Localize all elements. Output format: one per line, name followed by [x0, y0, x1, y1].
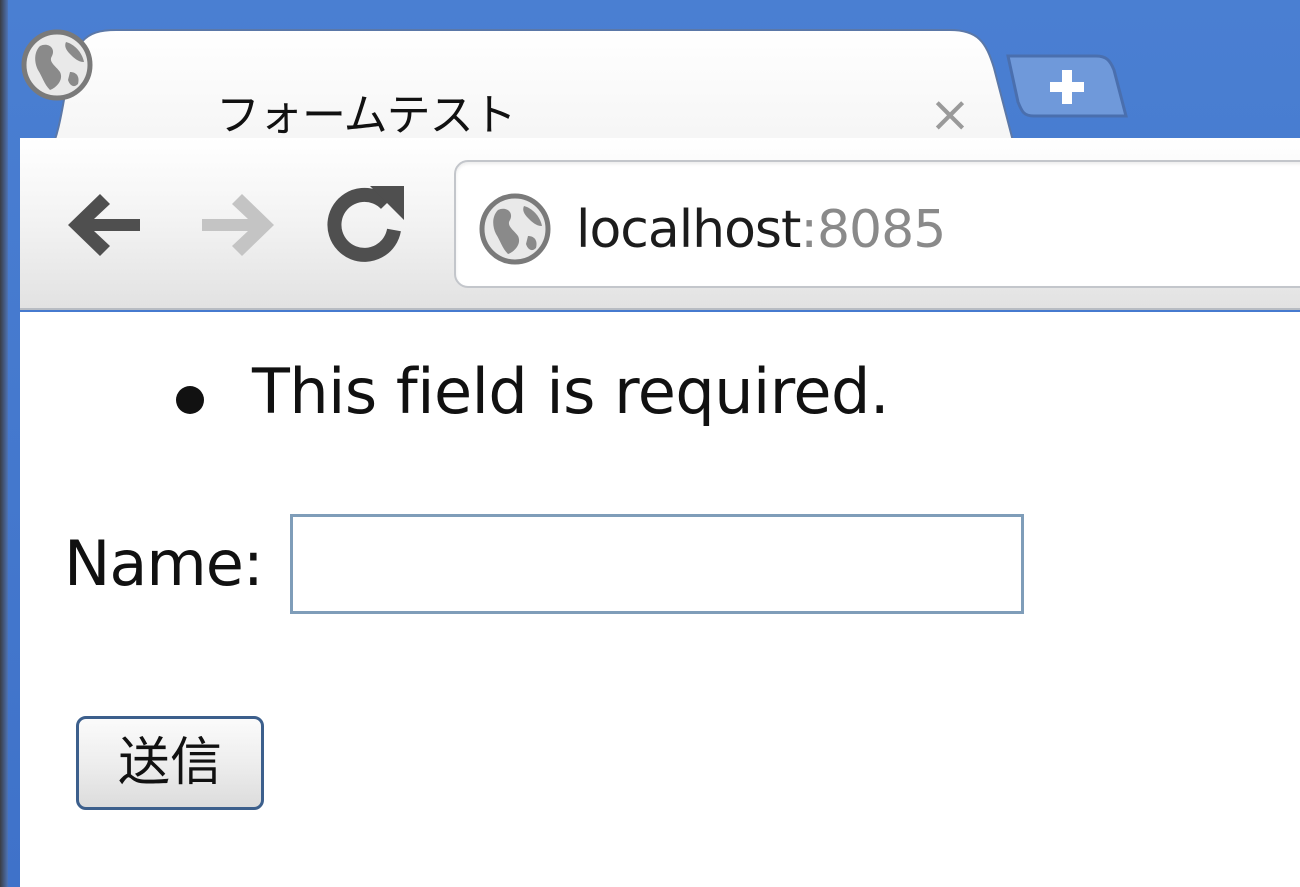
globe-icon	[479, 193, 551, 265]
new-tab-button[interactable]	[1004, 50, 1128, 122]
url-port: :8085	[800, 200, 946, 260]
error-list: This field is required.	[170, 352, 890, 432]
plus-icon	[1006, 54, 1128, 118]
bullet-icon	[176, 386, 204, 414]
page-content: This field is required. Name: 送信	[20, 312, 1300, 887]
submit-button[interactable]: 送信	[76, 716, 264, 810]
name-input[interactable]	[290, 514, 1024, 614]
reload-icon[interactable]	[322, 178, 412, 268]
arrow-left-icon[interactable]	[60, 180, 150, 270]
window-edge	[0, 0, 8, 887]
error-text: This field is required.	[252, 355, 890, 428]
browser-window: フォームテスト × localhost:8085 This field is r…	[0, 0, 1300, 887]
url-text[interactable]: localhost:8085	[576, 192, 946, 268]
url-host: localhost	[576, 200, 801, 260]
error-message: This field is required.	[170, 352, 890, 432]
browser-toolbar: localhost:8085	[20, 138, 1300, 310]
name-label: Name:	[64, 527, 264, 600]
tab-close-icon[interactable]: ×	[924, 88, 976, 140]
address-bar[interactable]: localhost:8085	[454, 160, 1300, 288]
globe-icon	[21, 29, 93, 101]
arrow-right-icon[interactable]	[192, 180, 282, 270]
